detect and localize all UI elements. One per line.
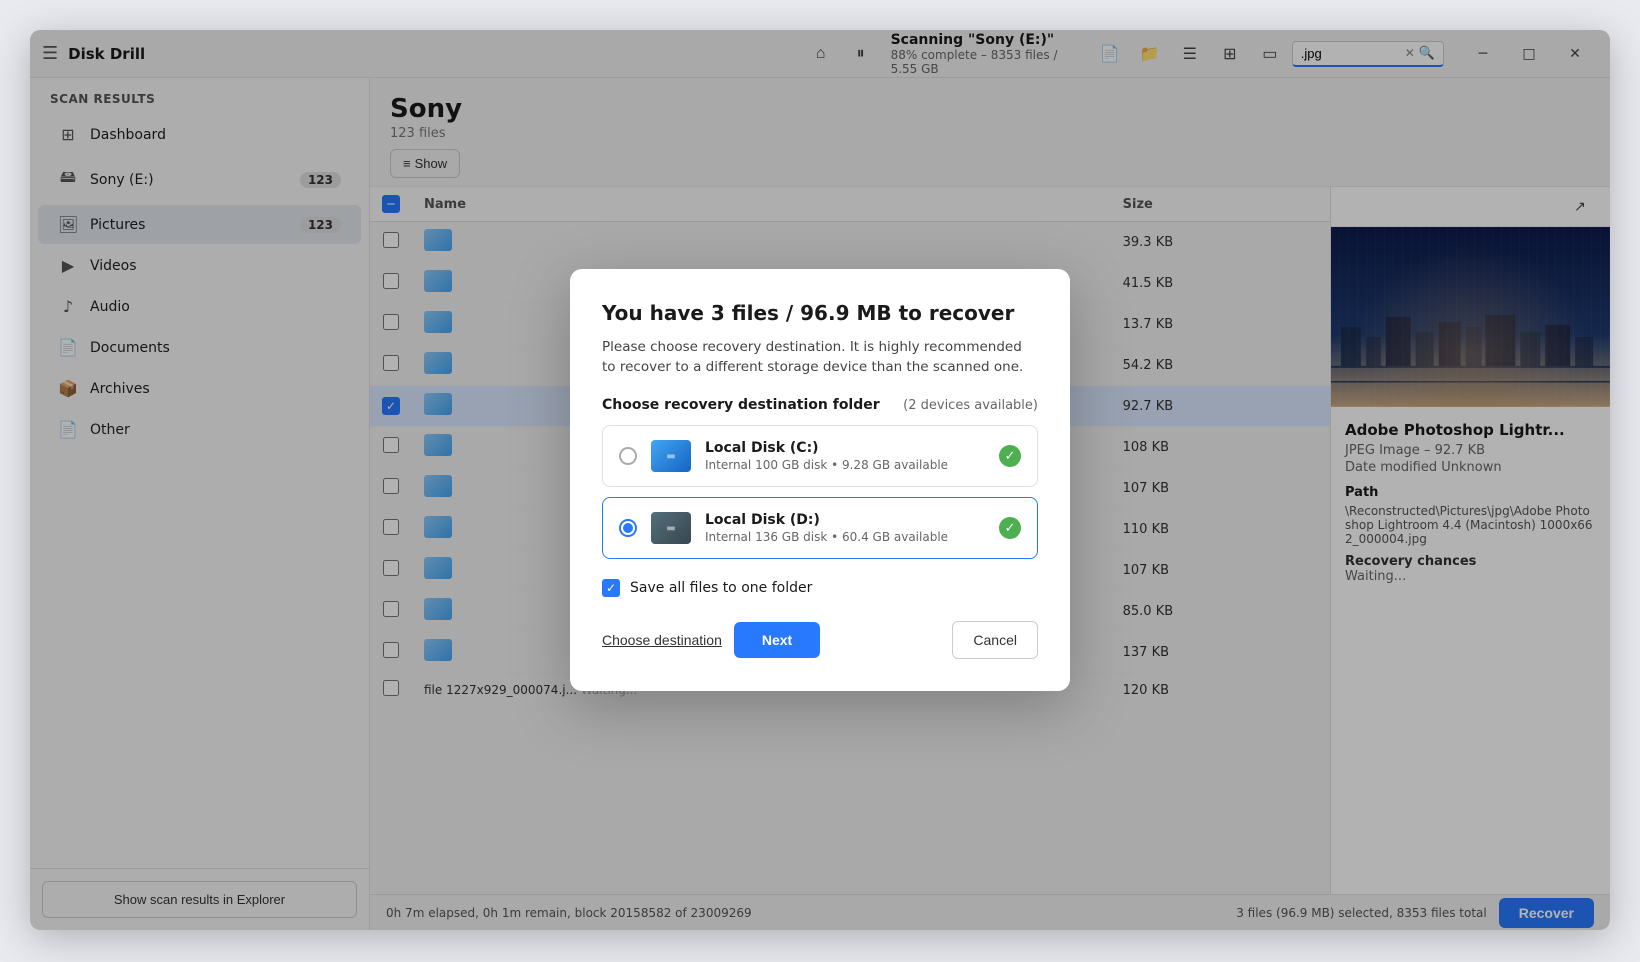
- save-all-label: Save all files to one folder: [630, 580, 812, 596]
- disk-icon-c: [651, 440, 691, 472]
- disk-info-d: Local Disk (D:) Internal 136 GB disk • 6…: [705, 512, 985, 544]
- disk-radio-d[interactable]: [619, 519, 637, 537]
- disk-option-c[interactable]: Local Disk (C:) Internal 100 GB disk • 9…: [602, 425, 1038, 487]
- disk-status-ok-d: ✓: [999, 517, 1021, 539]
- next-button[interactable]: Next: [734, 622, 820, 658]
- save-all-checkbox[interactable]: ✓: [602, 579, 620, 597]
- disk-info-c: Local Disk (C:) Internal 100 GB disk • 9…: [705, 440, 985, 472]
- disk-radio-c[interactable]: [619, 447, 637, 465]
- disk-detail-c: Internal 100 GB disk • 9.28 GB available: [705, 458, 985, 472]
- disk-status-ok-c: ✓: [999, 445, 1021, 467]
- modal-section-title: Choose recovery destination folder: [602, 397, 880, 413]
- disk-name-d: Local Disk (D:): [705, 512, 985, 528]
- cancel-button[interactable]: Cancel: [952, 621, 1038, 659]
- modal-devices-count: (2 devices available): [903, 398, 1038, 413]
- disk-option-d[interactable]: Local Disk (D:) Internal 136 GB disk • 6…: [602, 497, 1038, 559]
- disk-detail-d: Internal 136 GB disk • 60.4 GB available: [705, 530, 985, 544]
- modal-section-header: Choose recovery destination folder (2 de…: [602, 397, 1038, 413]
- modal-actions: Choose destination Next Cancel: [602, 621, 1038, 659]
- disk-icon-d: [651, 512, 691, 544]
- recovery-modal: You have 3 files / 96.9 MB to recover Pl…: [570, 269, 1070, 692]
- modal-title: You have 3 files / 96.9 MB to recover: [602, 301, 1038, 325]
- choose-destination-button[interactable]: Choose destination: [602, 632, 722, 648]
- modal-overlay: You have 3 files / 96.9 MB to recover Pl…: [30, 30, 1610, 930]
- modal-description: Please choose recovery destination. It i…: [602, 337, 1038, 378]
- disk-name-c: Local Disk (C:): [705, 440, 985, 456]
- modal-checkbox-row[interactable]: ✓ Save all files to one folder: [602, 579, 1038, 597]
- app-window: ☰ Disk Drill ⌂ ⏸ Scanning "Sony (E:)" 88…: [30, 30, 1610, 930]
